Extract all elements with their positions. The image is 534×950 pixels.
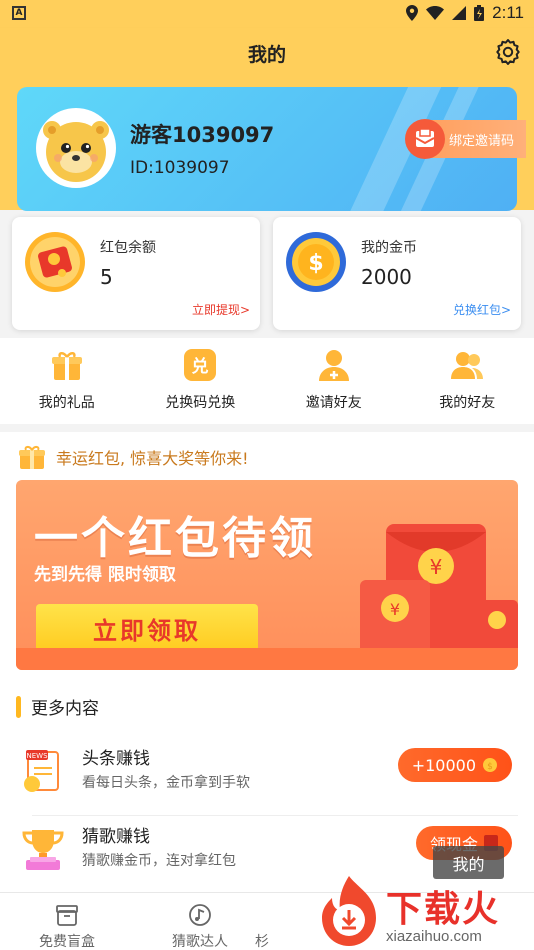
banner-title: 一个红包待领 <box>34 513 316 564</box>
quick-action-my-gifts[interactable]: 我的礼品 <box>0 338 134 424</box>
gift-icon <box>51 352 82 380</box>
svg-text:¥: ¥ <box>390 600 400 619</box>
friends-icon <box>451 352 484 379</box>
coins-card[interactable]: $ 我的金币 2000 兑换红包> <box>273 217 521 330</box>
lucky-red-packet-row: 幸运红包, 惊喜大奖等你来! <box>18 444 249 470</box>
status-icons: 2:11 <box>406 3 524 23</box>
signal-icon <box>452 6 467 20</box>
watermark-url: xiazaihuo.com <box>386 928 482 945</box>
battery-icon <box>474 5 485 21</box>
flame-logo-icon <box>322 876 376 946</box>
red-packet-value: 5 <box>100 265 113 289</box>
exchange-red-packet-link[interactable]: 兑换红包> <box>453 301 511 318</box>
gift-box-icon <box>19 446 45 469</box>
status-bar: A 2:11 <box>0 0 534 28</box>
quick-actions: 我的礼品 兑 兑换码兑换 邀请好友 我的好友 <box>0 338 534 424</box>
section-accent-bar <box>16 695 21 718</box>
quick-action-redeem-code[interactable]: 兑 兑换码兑换 <box>134 338 268 424</box>
box-icon <box>56 905 78 926</box>
quick-action-label: 邀请好友 <box>305 395 362 411</box>
tab-label: 杉 <box>255 934 269 950</box>
title-bar: 我的 <box>0 28 534 76</box>
quick-action-label: 我的好友 <box>439 395 496 411</box>
settings-gear-icon[interactable] <box>494 38 522 66</box>
svg-text:$: $ <box>308 251 323 276</box>
claim-now-button[interactable]: 立即领取 <box>36 604 258 652</box>
wifi-icon <box>426 6 445 20</box>
svg-text:$: $ <box>487 762 493 772</box>
location-icon <box>406 5 419 21</box>
task-title: 头条赚钱 <box>82 749 150 769</box>
coins-value: 2000 <box>361 265 412 289</box>
user-id: ID:1039097 <box>130 158 230 178</box>
clock: 2:11 <box>492 3 524 22</box>
quick-action-invite-friends[interactable]: 邀请好友 <box>267 338 401 424</box>
music-disc-icon <box>189 904 211 926</box>
banner-bottom-band <box>16 648 518 670</box>
quick-action-my-friends[interactable]: 我的好友 <box>401 338 534 424</box>
avatar[interactable] <box>36 108 116 188</box>
withdraw-link[interactable]: 立即提现> <box>192 301 250 318</box>
watermark-text: 下载火 <box>386 889 501 930</box>
envelope-icon <box>405 119 445 159</box>
task-reward-button[interactable]: +10000 $ <box>397 748 512 782</box>
page-title: 我的 <box>247 44 286 66</box>
coin-icon: $ <box>483 758 497 772</box>
news-icon: NEWS <box>24 750 59 792</box>
bind-invite-code-button[interactable]: 绑定邀请码 <box>405 119 526 159</box>
task-desc: 看每日头条，金币拿到手软 <box>82 775 250 791</box>
trophy-icon <box>22 830 64 870</box>
svg-text:兑: 兑 <box>192 356 209 377</box>
redeem-code-icon: 兑 <box>184 349 217 381</box>
svg-text:¥: ¥ <box>430 555 443 579</box>
red-packet-icon <box>24 231 86 293</box>
quick-action-label: 兑换码兑换 <box>165 395 236 411</box>
tab-label: 猜歌达人 <box>172 934 228 950</box>
bear-avatar-icon <box>43 121 109 182</box>
task-desc: 猜歌赚金币，连对拿红包 <box>82 853 236 869</box>
quick-action-label: 我的礼品 <box>38 395 95 411</box>
section-title: 更多内容 <box>31 699 99 719</box>
watermark: 下载火 xiazaihuo.com <box>312 870 534 950</box>
tab-song-master[interactable]: 猜歌达人 <box>145 903 255 950</box>
more-content-header: 更多内容 <box>16 694 99 719</box>
invite-friend-icon <box>318 350 349 381</box>
task-reward-label: +10000 <box>411 755 476 775</box>
task-title: 猜歌赚钱 <box>82 827 150 847</box>
svg-text:NEWS: NEWS <box>26 752 48 760</box>
red-packet-balance-card[interactable]: 红包余额 5 立即提现> <box>12 217 260 330</box>
red-packet-banner[interactable]: 一个红包待领 先到先得 限时领取 立即领取 ¥ ¥ <box>16 480 518 670</box>
username: 游客1039097 <box>130 123 275 147</box>
banner-subtitle: 先到先得 限时领取 <box>34 565 176 585</box>
tab-free-blind-box[interactable]: 免费盲盒 <box>12 903 122 950</box>
tab-label: 免费盲盒 <box>39 934 95 950</box>
red-packet-label: 红包余额 <box>100 240 156 256</box>
task-news-earn[interactable]: NEWS 头条赚钱 看每日头条，金币拿到手软 +10000 $ <box>0 738 534 816</box>
gold-coin-icon: $ <box>285 231 347 293</box>
notification-icon: A <box>12 6 26 20</box>
coins-label: 我的金币 <box>361 240 417 256</box>
bind-invite-code-label: 绑定邀请码 <box>449 133 515 149</box>
lucky-text: 幸运红包, 惊喜大奖等你来! <box>56 449 249 468</box>
